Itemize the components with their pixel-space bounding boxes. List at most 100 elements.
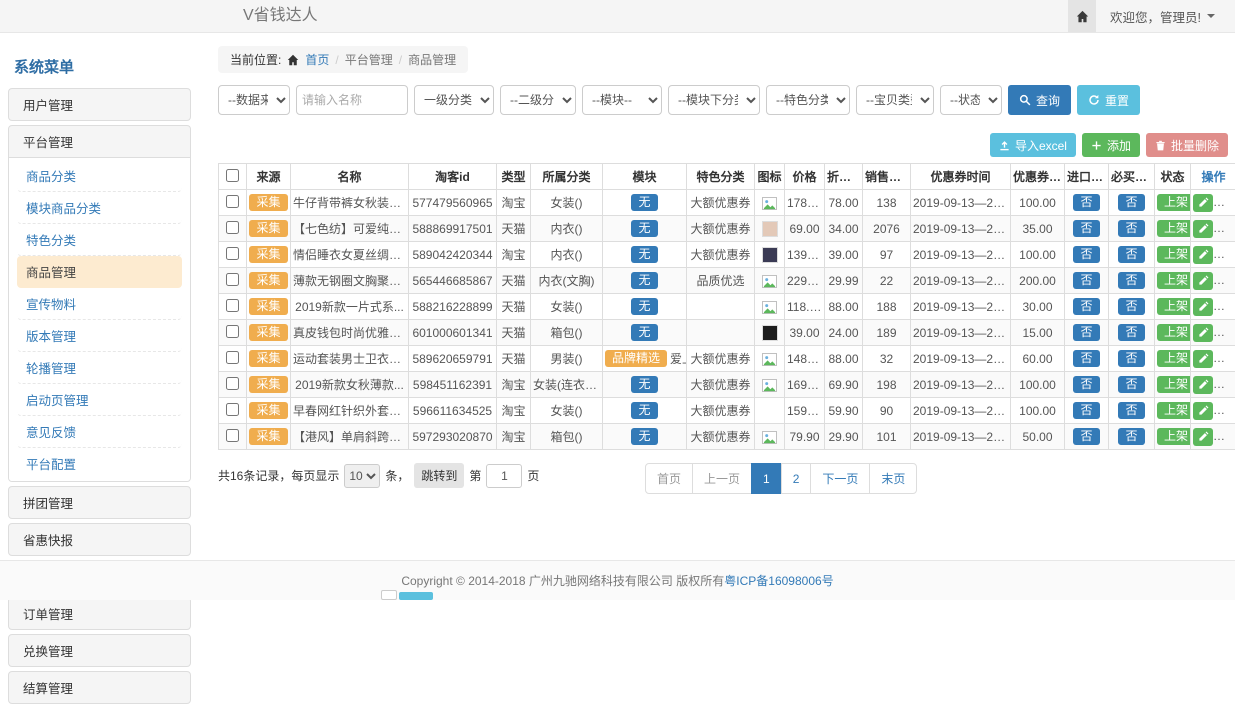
must-buy-toggle[interactable]: 否 <box>1118 376 1144 393</box>
home-button[interactable] <box>1068 0 1096 32</box>
imported-toggle[interactable]: 否 <box>1073 246 1099 263</box>
edit-button[interactable] <box>1193 246 1213 264</box>
sidebar-group-heading[interactable]: 兑换管理 <box>9 635 190 666</box>
import-excel-button[interactable]: 导入excel <box>990 133 1076 157</box>
price-cell: 118.00 <box>785 294 825 320</box>
level2-category-select[interactable]: --二级分类-- <box>500 85 576 115</box>
edit-button[interactable] <box>1193 350 1213 368</box>
must-buy-toggle[interactable]: 否 <box>1118 246 1144 263</box>
must-buy-toggle[interactable]: 否 <box>1118 194 1144 211</box>
must-buy-toggle[interactable]: 否 <box>1118 324 1144 341</box>
status-badge[interactable]: 上架 <box>1157 298 1191 315</box>
select-all-checkbox[interactable] <box>226 169 239 182</box>
jump-button[interactable]: 跳转到 <box>414 463 464 488</box>
edit-button[interactable] <box>1193 194 1213 212</box>
row-checkbox[interactable] <box>226 403 239 416</box>
status-badge[interactable]: 上架 <box>1157 246 1191 263</box>
must-buy-toggle[interactable]: 否 <box>1118 428 1144 445</box>
must-buy-toggle[interactable]: 否 <box>1118 298 1144 315</box>
module-subcategory-select[interactable]: --模块下分类-- <box>668 85 760 115</box>
status-badge[interactable]: 上架 <box>1157 428 1191 445</box>
sidebar-item[interactable]: 模块商品分类 <box>17 192 182 224</box>
edit-button[interactable] <box>1193 272 1213 290</box>
sidebar-item[interactable]: 特色分类 <box>17 224 182 256</box>
sidebar-group-heading[interactable]: 拼团管理 <box>9 487 190 518</box>
row-checkbox[interactable] <box>226 273 239 286</box>
sidebar-group-heading[interactable]: 平台管理 <box>9 126 190 157</box>
page-number-input[interactable] <box>486 464 522 488</box>
page-button-上一页[interactable]: 上一页 <box>692 463 752 494</box>
row-checkbox[interactable] <box>226 247 239 260</box>
must-buy-toggle[interactable]: 否 <box>1118 272 1144 289</box>
edit-button[interactable] <box>1193 376 1213 394</box>
page-button-末页[interactable]: 末页 <box>869 463 917 494</box>
status-badge[interactable]: 上架 <box>1157 272 1191 289</box>
search-button[interactable]: 查询 <box>1008 85 1071 115</box>
sidebar-item[interactable]: 版本管理 <box>17 320 182 352</box>
reset-button[interactable]: 重置 <box>1077 85 1140 115</box>
imported-toggle[interactable]: 否 <box>1073 428 1099 445</box>
status-badge[interactable]: 上架 <box>1157 220 1191 237</box>
feature-category-select[interactable]: --特色分类-- <box>766 85 850 115</box>
imported-toggle[interactable]: 否 <box>1073 272 1099 289</box>
sidebar-item[interactable]: 商品分类 <box>17 160 182 192</box>
sidebar-item[interactable]: 宣传物料 <box>17 288 182 320</box>
edit-button[interactable] <box>1193 324 1213 342</box>
level1-category-select[interactable]: 一级分类 <box>414 85 494 115</box>
imported-cell: 否 <box>1065 190 1109 216</box>
status-badge[interactable]: 上架 <box>1157 350 1191 367</box>
status-cell: 上架 <box>1155 398 1191 424</box>
must-buy-toggle[interactable]: 否 <box>1118 350 1144 367</box>
page-button-1[interactable]: 1 <box>751 463 782 494</box>
sidebar-group-heading[interactable]: 用户管理 <box>9 89 190 120</box>
edit-button[interactable] <box>1193 428 1213 446</box>
row-checkbox[interactable] <box>226 221 239 234</box>
per-page-select[interactable]: 10 <box>344 464 380 488</box>
item-type-select[interactable]: --宝贝类型-- <box>856 85 934 115</box>
user-menu[interactable]: 欢迎您，管理员! <box>1096 0 1235 32</box>
feature-cell: 大额优惠券 <box>687 424 755 450</box>
breadcrumb-home-link[interactable]: 首页 <box>305 51 329 68</box>
batch-delete-button[interactable]: 批量删除 <box>1146 133 1228 157</box>
row-checkbox[interactable] <box>226 195 239 208</box>
page-button-首页[interactable]: 首页 <box>645 463 693 494</box>
row-checkbox[interactable] <box>226 325 239 338</box>
icp-link[interactable]: 粤ICP备16098006号 <box>724 572 833 589</box>
sidebar-group-heading[interactable]: 订单管理 <box>9 598 190 629</box>
sidebar-group-heading[interactable]: 省惠快报 <box>9 524 190 555</box>
edit-button[interactable] <box>1193 220 1213 238</box>
row-checkbox[interactable] <box>226 299 239 312</box>
status-badge[interactable]: 上架 <box>1157 402 1191 419</box>
status-badge[interactable]: 上架 <box>1157 194 1191 211</box>
data-source-select[interactable]: --数据来源-- <box>218 85 290 115</box>
status-select[interactable]: --状态-- <box>940 85 1002 115</box>
status-badge[interactable]: 上架 <box>1157 376 1191 393</box>
status-badge[interactable]: 上架 <box>1157 324 1191 341</box>
sidebar-item[interactable]: 平台配置 <box>17 448 182 479</box>
table-row: 采集【港风】单肩斜跨链条...597293020870淘宝箱包()无大额优惠券7… <box>219 424 1235 450</box>
imported-toggle[interactable]: 否 <box>1073 376 1099 393</box>
imported-toggle[interactable]: 否 <box>1073 402 1099 419</box>
sidebar-item[interactable]: 商品管理 <box>17 256 182 288</box>
edit-button[interactable] <box>1193 402 1213 420</box>
add-button[interactable]: 添加 <box>1082 133 1140 157</box>
imported-toggle[interactable]: 否 <box>1073 324 1099 341</box>
page-button-2[interactable]: 2 <box>781 463 812 494</box>
name-input[interactable] <box>296 85 408 115</box>
module-select[interactable]: --模块-- <box>582 85 662 115</box>
sidebar-item[interactable]: 启动页管理 <box>17 384 182 416</box>
imported-toggle[interactable]: 否 <box>1073 298 1099 315</box>
must-buy-toggle[interactable]: 否 <box>1118 402 1144 419</box>
row-checkbox[interactable] <box>226 351 239 364</box>
imported-toggle[interactable]: 否 <box>1073 350 1099 367</box>
imported-toggle[interactable]: 否 <box>1073 194 1099 211</box>
sidebar-item[interactable]: 轮播管理 <box>17 352 182 384</box>
must-buy-toggle[interactable]: 否 <box>1118 220 1144 237</box>
row-checkbox[interactable] <box>226 377 239 390</box>
page-button-下一页[interactable]: 下一页 <box>810 463 870 494</box>
imported-toggle[interactable]: 否 <box>1073 220 1099 237</box>
sidebar-item[interactable]: 意见反馈 <box>17 416 182 448</box>
edit-button[interactable] <box>1193 298 1213 316</box>
row-checkbox[interactable] <box>226 429 239 442</box>
sidebar-group-heading[interactable]: 结算管理 <box>9 672 190 703</box>
